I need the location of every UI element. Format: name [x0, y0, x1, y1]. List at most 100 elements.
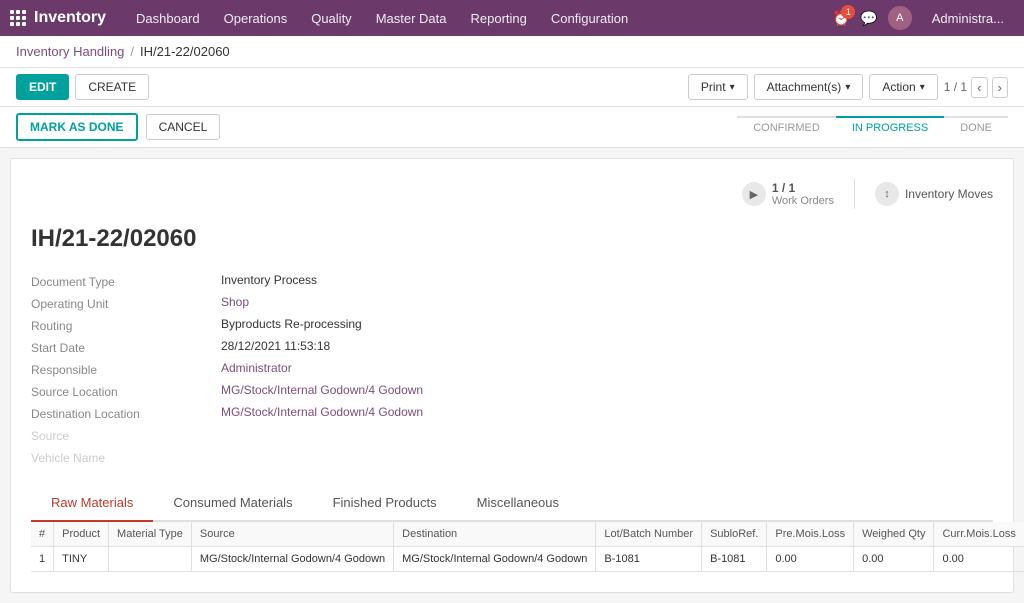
tab-miscellaneous[interactable]: Miscellaneous	[457, 485, 579, 522]
cell-destination: MG/Stock/Internal Godown/4 Godown	[394, 547, 596, 572]
cell-sublot: B-1081	[702, 547, 767, 572]
col-product: Product	[54, 522, 109, 547]
field-value-vehicle	[221, 449, 993, 465]
table-row[interactable]: 1 TINY MG/Stock/Internal Godown/4 Godown…	[31, 547, 1024, 572]
tab-raw-materials[interactable]: Raw Materials	[31, 485, 153, 522]
form-fields: Document Type Inventory Process Operatin…	[31, 273, 993, 465]
work-orders-count: 1 / 1	[772, 181, 834, 195]
status-done[interactable]: DONE	[944, 116, 1008, 138]
mark-as-done-button[interactable]: MARK AS DONE	[16, 113, 138, 141]
cell-num: 1	[31, 547, 54, 572]
breadcrumb-separator: /	[130, 44, 134, 59]
create-button[interactable]: CREATE	[75, 74, 149, 100]
pagination: 1 / 1 ‹ ›	[944, 77, 1008, 98]
field-label-source: Source	[31, 427, 211, 443]
work-orders-item[interactable]: ▶ 1 / 1 Work Orders	[742, 179, 834, 209]
nav-quality[interactable]: Quality	[301, 7, 361, 30]
moves-icon: ↕	[875, 182, 899, 206]
work-orders-info: 1 / 1 Work Orders	[772, 181, 834, 207]
action-caret: ▾	[920, 82, 925, 93]
breadcrumb-parent[interactable]: Inventory Handling	[16, 44, 124, 59]
cell-product: TINY	[54, 547, 109, 572]
pagination-text: 1 / 1	[944, 80, 967, 94]
field-value-op-unit[interactable]: Shop	[221, 295, 993, 311]
print-caret: ▾	[730, 82, 735, 93]
status-confirmed[interactable]: CONFIRMED	[737, 116, 836, 138]
col-source: Source	[191, 522, 393, 547]
col-num: #	[31, 522, 54, 547]
nav-reporting[interactable]: Reporting	[461, 7, 537, 30]
cancel-button[interactable]: CANCEL	[146, 114, 221, 140]
col-material-type: Material Type	[109, 522, 192, 547]
field-label-start-date: Start Date	[31, 339, 211, 355]
work-orders-label: Work Orders	[772, 195, 834, 207]
field-value-source-loc[interactable]: MG/Stock/Internal Godown/4 Godown	[221, 383, 993, 399]
breadcrumb: Inventory Handling / IH/21-22/02060	[0, 36, 1024, 68]
field-label-vehicle: Vehicle Name	[31, 449, 211, 465]
navbar-menu: Dashboard Operations Quality Master Data…	[126, 7, 833, 30]
cell-pre-mois: 0.00	[767, 547, 854, 572]
cell-curr-mois: 0.00	[934, 547, 1024, 572]
col-curr-mois: Curr.Mois.Loss	[934, 522, 1024, 547]
user-name[interactable]: Administra...	[922, 7, 1014, 30]
navbar: Inventory Dashboard Operations Quality M…	[0, 0, 1024, 36]
user-avatar[interactable]: A	[888, 6, 912, 30]
cell-weighed-qty: 0.00	[854, 547, 934, 572]
tab-consumed-materials[interactable]: Consumed Materials	[153, 485, 312, 522]
field-value-dest-loc[interactable]: MG/Stock/Internal Godown/4 Godown	[221, 405, 993, 421]
field-label-routing: Routing	[31, 317, 211, 333]
inventory-moves-item[interactable]: ↕ Inventory Moves	[875, 179, 993, 209]
col-weighed-qty: Weighed Qty	[854, 522, 934, 547]
navbar-right: ⏰ 1 💬 A Administra...	[833, 6, 1014, 30]
clock-badge: 1	[841, 5, 855, 19]
play-icon: ▶	[742, 182, 766, 206]
mark-bar: MARK AS DONE CANCEL CONFIRMED IN PROGRES…	[0, 107, 1024, 148]
field-label-op-unit: Operating Unit	[31, 295, 211, 311]
nav-operations[interactable]: Operations	[214, 7, 298, 30]
field-value-routing: Byproducts Re-processing	[221, 317, 993, 333]
action-button[interactable]: Action ▾	[869, 74, 937, 100]
breadcrumb-current: IH/21-22/02060	[140, 44, 230, 59]
work-orders-bar: ▶ 1 / 1 Work Orders ↕ Inventory Moves	[31, 179, 993, 209]
clock-icon[interactable]: ⏰ 1	[833, 10, 850, 27]
attachment-caret: ▾	[845, 82, 850, 93]
field-label-dest-loc: Destination Location	[31, 405, 211, 421]
chat-icon[interactable]: 💬	[860, 10, 877, 27]
field-label-responsible: Responsible	[31, 361, 211, 377]
field-value-start-date: 28/12/2021 11:53:18	[221, 339, 993, 355]
status-in-progress[interactable]: IN PROGRESS	[836, 116, 944, 138]
edit-button[interactable]: EDIT	[16, 74, 69, 100]
inventory-moves-label: Inventory Moves	[905, 187, 993, 201]
brand-name: Inventory	[34, 9, 106, 27]
next-button[interactable]: ›	[992, 77, 1008, 98]
nav-configuration[interactable]: Configuration	[541, 7, 638, 30]
field-value-doc-type: Inventory Process	[221, 273, 993, 289]
print-button[interactable]: Print ▾	[688, 74, 748, 100]
field-label-doc-type: Document Type	[31, 273, 211, 289]
grid-icon	[10, 10, 26, 26]
app-brand[interactable]: Inventory	[10, 9, 106, 27]
col-destination: Destination	[394, 522, 596, 547]
tab-finished-products[interactable]: Finished Products	[313, 485, 457, 522]
cell-source: MG/Stock/Internal Godown/4 Godown	[191, 547, 393, 572]
col-lot-batch: Lot/Batch Number	[596, 522, 702, 547]
field-label-source-loc: Source Location	[31, 383, 211, 399]
prev-button[interactable]: ‹	[971, 77, 987, 98]
nav-master-data[interactable]: Master Data	[366, 7, 457, 30]
nav-dashboard[interactable]: Dashboard	[126, 7, 210, 30]
col-pre-mois: Pre.Mois.Loss	[767, 522, 854, 547]
user-initial: A	[896, 12, 903, 24]
cell-material-type	[109, 547, 192, 572]
main-content: ▶ 1 / 1 Work Orders ↕ Inventory Moves IH…	[0, 158, 1024, 593]
field-value-responsible[interactable]: Administrator	[221, 361, 993, 377]
raw-materials-table: # Product Material Type Source Destinati…	[31, 522, 1024, 572]
attachment-button[interactable]: Attachment(s) ▾	[754, 74, 864, 100]
cell-lot-batch: B-1081	[596, 547, 702, 572]
action-bar: EDIT CREATE Print ▾ Attachment(s) ▾ Acti…	[0, 68, 1024, 107]
divider	[854, 179, 855, 209]
content-area: ▶ 1 / 1 Work Orders ↕ Inventory Moves IH…	[10, 158, 1014, 593]
field-value-source	[221, 427, 993, 443]
document-title: IH/21-22/02060	[31, 225, 993, 253]
col-sublot: SubloRef.	[702, 522, 767, 547]
tabs-bar: Raw Materials Consumed Materials Finishe…	[31, 485, 993, 522]
